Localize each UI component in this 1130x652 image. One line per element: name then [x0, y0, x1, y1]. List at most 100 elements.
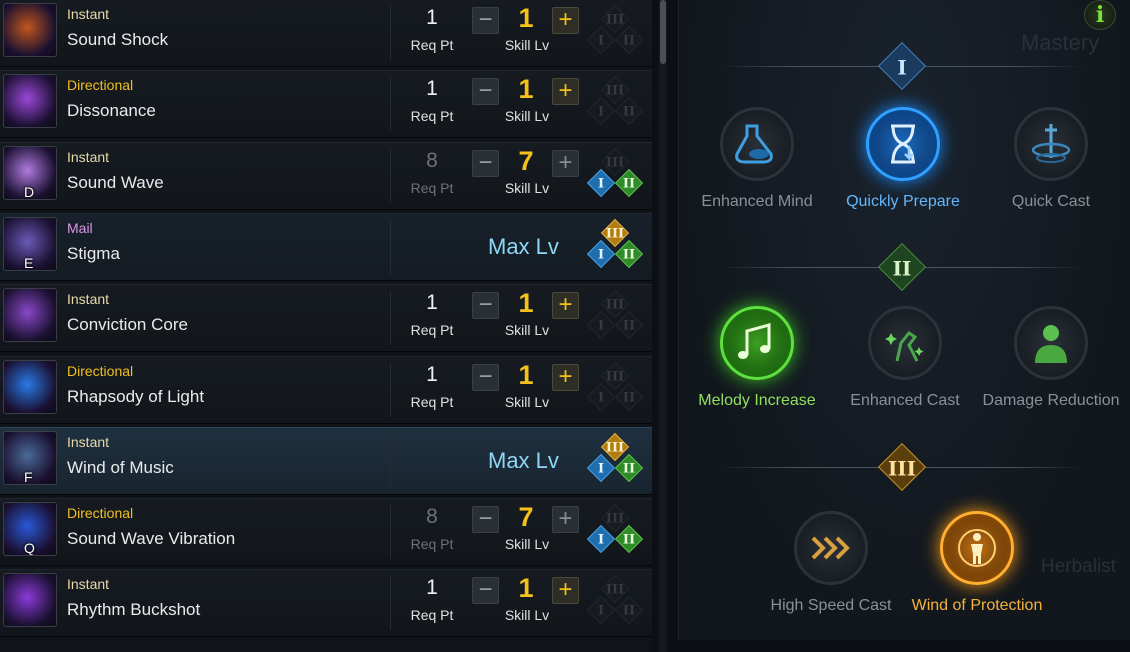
tripod-label: Quick Cast — [1011, 193, 1091, 210]
row-divider — [390, 291, 391, 346]
tripod-indicator: III I II — [584, 147, 644, 205]
skill-level-value: 1 — [518, 573, 534, 604]
skill-icon[interactable] — [3, 3, 57, 57]
tripod-indicator: III I II — [584, 290, 644, 347]
tripod-label: Enhanced Cast — [850, 392, 960, 409]
skill-type-label: Instant — [67, 6, 110, 22]
row-divider — [390, 6, 391, 60]
tripod-indicator: III I II — [584, 361, 644, 419]
skill-row[interactable]: D Instant Sound Wave 8 Req Pt − 7 Skill … — [0, 141, 652, 210]
skill-row[interactable]: Instant Sound Shock 1 Req Pt − 1 Skill L… — [0, 0, 652, 67]
tripod-slot-d1: I — [586, 596, 616, 625]
skill-level-value: 1 — [518, 359, 534, 390]
decrease-level-button[interactable]: − — [472, 363, 499, 391]
tripod-label: Melody Increase — [698, 392, 816, 409]
skill-row[interactable]: F Instant Wind of Music Max Lv III I II — [0, 426, 652, 495]
skill-icon[interactable]: D — [3, 145, 57, 200]
skill-icon[interactable]: E — [3, 216, 57, 271]
sword-spin-icon — [1014, 107, 1088, 181]
tripod-enhanced-mind[interactable]: Enhanced Mind — [682, 107, 832, 212]
skill-icon[interactable] — [3, 359, 57, 414]
skill-row[interactable]: Directional Dissonance 1 Req Pt − 1 Skil… — [0, 70, 652, 139]
row-divider — [390, 576, 391, 631]
skill-level-label: Skill Lv — [504, 607, 550, 624]
skill-level-label: Skill Lv — [504, 322, 550, 339]
increase-level-button[interactable]: + — [552, 7, 579, 34]
skill-row[interactable]: Directional Rhapsody of Light 1 Req Pt −… — [0, 355, 652, 424]
tripod-damage-reduction[interactable]: Damage Reduction — [976, 306, 1126, 411]
required-points-label: Req Pt — [410, 37, 454, 53]
scrollbar-thumb[interactable] — [660, 0, 666, 64]
skill-list: Instant Sound Shock 1 Req Pt − 1 Skill L… — [0, 0, 652, 652]
skill-icon[interactable] — [3, 288, 57, 343]
skill-level-value: 1 — [518, 3, 534, 33]
skill-list-scrollbar[interactable] — [659, 0, 667, 652]
increase-level-button[interactable]: + — [552, 506, 579, 534]
tripod-quick-cast[interactable]: Quick Cast — [976, 107, 1126, 212]
skill-name: Sound Wave Vibration — [67, 529, 236, 549]
skill-icon[interactable]: Q — [3, 502, 57, 557]
required-points-value: 1 — [426, 6, 438, 29]
tripod-label: Wind of Protection — [911, 597, 1043, 614]
tripod-indicator: III I II — [584, 432, 644, 490]
skill-level-label: Skill Lv — [504, 393, 550, 410]
hotkey-label: F — [24, 468, 33, 485]
info-button[interactable]: i — [1084, 0, 1116, 30]
tripod-enhanced-cast[interactable]: Enhanced Cast — [830, 306, 980, 411]
chevrons-icon — [794, 511, 868, 585]
increase-level-button[interactable]: + — [552, 363, 579, 391]
skill-row[interactable]: Instant Conviction Core 1 Req Pt − 1 Ski… — [0, 284, 652, 353]
required-points-label: Req Pt — [410, 393, 454, 410]
increase-level-button[interactable]: + — [552, 292, 579, 320]
skill-icon[interactable] — [3, 573, 57, 628]
skill-name: Rhapsody of Light — [67, 386, 205, 406]
required-points-label: Req Pt — [410, 607, 454, 624]
tier-3-badge: III — [877, 442, 927, 492]
decrease-level-button[interactable]: − — [472, 506, 499, 534]
tripod-mastery-panel: Mastery Herbalist i I Enhanced Mind Quic… — [678, 0, 1130, 640]
tripod-label: Enhanced Mind — [701, 193, 813, 210]
skill-name: Sound Shock — [67, 30, 169, 49]
skill-name: Dissonance — [67, 101, 156, 121]
skill-name: Conviction Core — [67, 315, 188, 335]
required-points-label: Req Pt — [410, 179, 454, 196]
increase-level-button[interactable]: + — [552, 577, 579, 605]
tripod-slot-d2: II — [614, 596, 644, 625]
skill-row[interactable]: Q Directional Sound Wave Vibration 8 Req… — [0, 498, 652, 567]
tripod-melody-increase[interactable]: Melody Increase — [682, 306, 832, 411]
tripod-label: Damage Reduction — [982, 392, 1120, 409]
skill-name: Sound Wave — [67, 172, 164, 192]
tripod-label: Quickly Prepare — [846, 193, 960, 210]
tripod-indicator: III I II — [584, 4, 644, 62]
row-divider — [390, 505, 391, 560]
skill-icon[interactable] — [3, 74, 57, 129]
skill-level-label: Skill Lv — [504, 37, 550, 53]
hourglass-icon — [866, 107, 940, 181]
decrease-level-button[interactable]: − — [472, 149, 499, 177]
tripod-indicator: III I II — [584, 503, 644, 561]
increase-level-button[interactable]: + — [552, 149, 579, 177]
tripod-quickly-prepare[interactable]: Quickly Prepare — [828, 107, 978, 212]
skill-row[interactable]: Instant Rhythm Buckshot 1 Req Pt − 1 Ski… — [0, 569, 652, 638]
decrease-level-button[interactable]: − — [472, 7, 499, 34]
skill-row[interactable]: E Mail Stigma Max Lv III I II — [0, 212, 652, 281]
skill-type-label: Instant — [67, 433, 110, 450]
skill-icon[interactable]: F — [3, 430, 57, 485]
row-divider — [390, 433, 391, 488]
skill-type-label: Mail — [67, 219, 93, 236]
skill-level-label: Skill Lv — [504, 536, 550, 553]
decrease-level-button[interactable]: − — [472, 292, 499, 320]
tripod-label: High Speed Cast — [770, 597, 892, 614]
required-points-label: Req Pt — [410, 322, 454, 339]
tripod-high-speed-cast[interactable]: High Speed Cast — [756, 511, 906, 616]
tripod-wind-of-protection[interactable]: Wind of Protection — [902, 511, 1052, 616]
decrease-level-button[interactable]: − — [472, 577, 499, 605]
flask-icon — [720, 107, 794, 181]
herbalist-ghost-label: Herbalist — [1041, 556, 1116, 577]
skill-type-label: Directional — [67, 362, 134, 379]
required-points-value: 1 — [426, 291, 438, 315]
decrease-level-button[interactable]: − — [472, 78, 499, 106]
tripod-indicator: III I II — [584, 575, 644, 632]
skill-name: Stigma — [67, 243, 120, 263]
increase-level-button[interactable]: + — [552, 78, 579, 106]
